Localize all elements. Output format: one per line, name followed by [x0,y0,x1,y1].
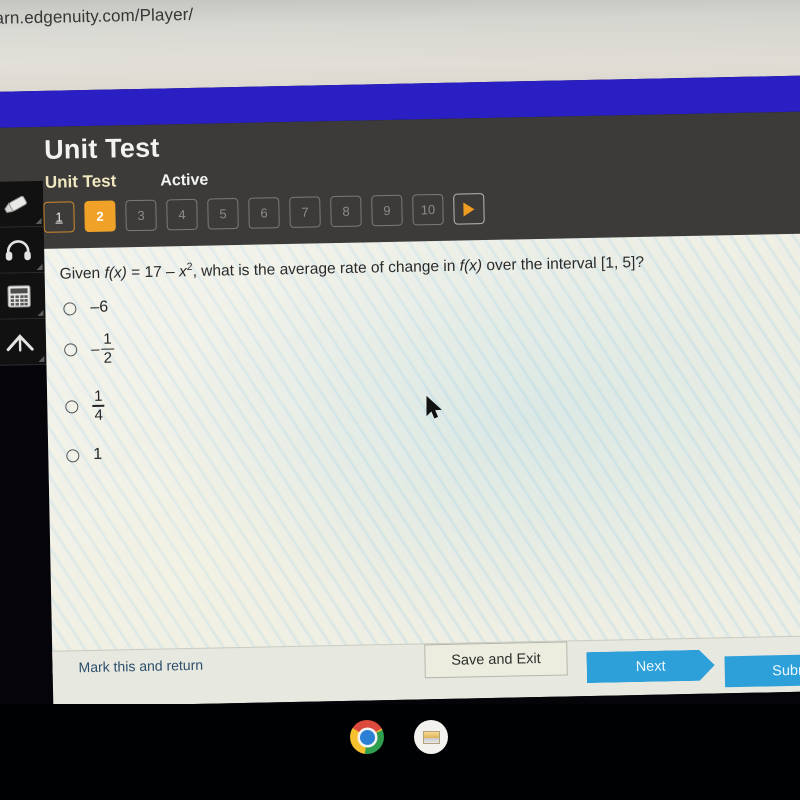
answer-option-3-label: 1 4 [92,387,105,424]
tab-unit-test[interactable]: Unit Test [45,171,117,192]
header-tabs: Unit Test Active [45,170,209,193]
mark-this-and-return-link[interactable]: Mark this and return [78,657,203,675]
answer-options: –6 – 1 2 1 4 1 [63,296,116,468]
triangle-right-icon [463,201,475,216]
question-button-3[interactable]: 3 [125,199,157,232]
photograph-of-laptop-screen: arn.edgenuity.com/Player/ Unit Test Unit… [0,0,800,800]
question-button-5[interactable]: 5 [207,197,239,230]
radio-button-icon[interactable] [66,449,80,463]
question-middle: , what is the average rate of change in [192,257,460,281]
collapse-up-arrow-icon [4,331,34,354]
tool-audio[interactable] [0,226,45,274]
answer-option-2-sign: – [91,340,100,358]
tool-highlighter[interactable] [0,180,44,228]
tool-rail [0,180,47,366]
answer-option-2-label: – 1 2 [91,330,114,367]
highlighter-icon [2,191,33,218]
radio-button-icon[interactable] [64,343,78,357]
assessment-header: Unit Test Unit Test Active 1 2 3 4 5 6 7… [0,111,800,250]
question-button-6[interactable]: 6 [248,197,280,229]
page-title: Unit Test [43,132,160,165]
question-content-area: Given f(x) = 17 – x2, what is the averag… [44,233,800,674]
question-button-2[interactable]: 2 [84,200,116,233]
headphones-icon [3,238,31,263]
laptop-screen: arn.edgenuity.com/Player/ Unit Test Unit… [0,0,800,708]
fraction-denominator: 2 [103,349,113,367]
radio-button-icon[interactable] [63,301,77,316]
tool-calculator[interactable] [0,272,46,320]
question-button-4[interactable]: 4 [166,198,198,231]
tab-active[interactable]: Active [160,172,208,191]
os-taskbar [0,704,800,800]
answer-option-2[interactable]: – 1 2 [64,330,114,368]
answer-option-4-label: 1 [93,446,103,464]
question-button-1[interactable]: 1 [43,201,75,233]
question-suffix: over the interval [1, 5]? [481,254,645,275]
tool-collapse[interactable] [0,318,47,366]
fraction: 1 2 [101,330,114,367]
question-prefix: Given [59,264,105,283]
chrome-icon [350,720,384,754]
question-button-10[interactable]: 10 [412,193,444,226]
question-button-8[interactable]: 8 [330,195,362,228]
fraction-numerator: 1 [103,330,112,348]
files-icon [414,720,448,754]
question-function-2: f(x) [459,257,483,275]
answer-option-4[interactable]: 1 [66,443,116,468]
question-equals: = 17 – [126,263,180,282]
next-page-arrow-button[interactable] [453,193,485,225]
radio-button-icon[interactable] [65,399,79,414]
submit-button[interactable]: Submit [724,653,800,688]
taskbar-items [0,720,800,756]
mouse-cursor [426,395,444,427]
answer-option-3[interactable]: 1 4 [65,387,115,424]
question-text: Given f(x) = 17 – x2, what is the averag… [59,248,799,286]
answer-option-1[interactable]: –6 [63,296,113,321]
taskbar-item-chrome[interactable] [350,720,386,756]
answer-option-1-label: –6 [90,298,109,316]
next-button[interactable]: Next [586,650,715,684]
fraction: 1 4 [92,387,105,424]
taskbar-item-files[interactable] [414,720,450,756]
url-text: arn.edgenuity.com/Player/ [0,4,194,28]
fraction-numerator: 1 [93,387,103,405]
question-function-1: f(x) [104,264,128,282]
files-icon-glyph [422,730,440,744]
question-button-9[interactable]: 9 [371,194,403,227]
fraction-denominator: 4 [94,406,104,424]
question-pager: 1 2 3 4 5 6 7 8 9 10 [43,193,485,233]
calculator-icon [5,284,31,309]
question-button-7[interactable]: 7 [289,196,321,228]
save-and-exit-button[interactable]: Save and Exit [424,641,568,679]
